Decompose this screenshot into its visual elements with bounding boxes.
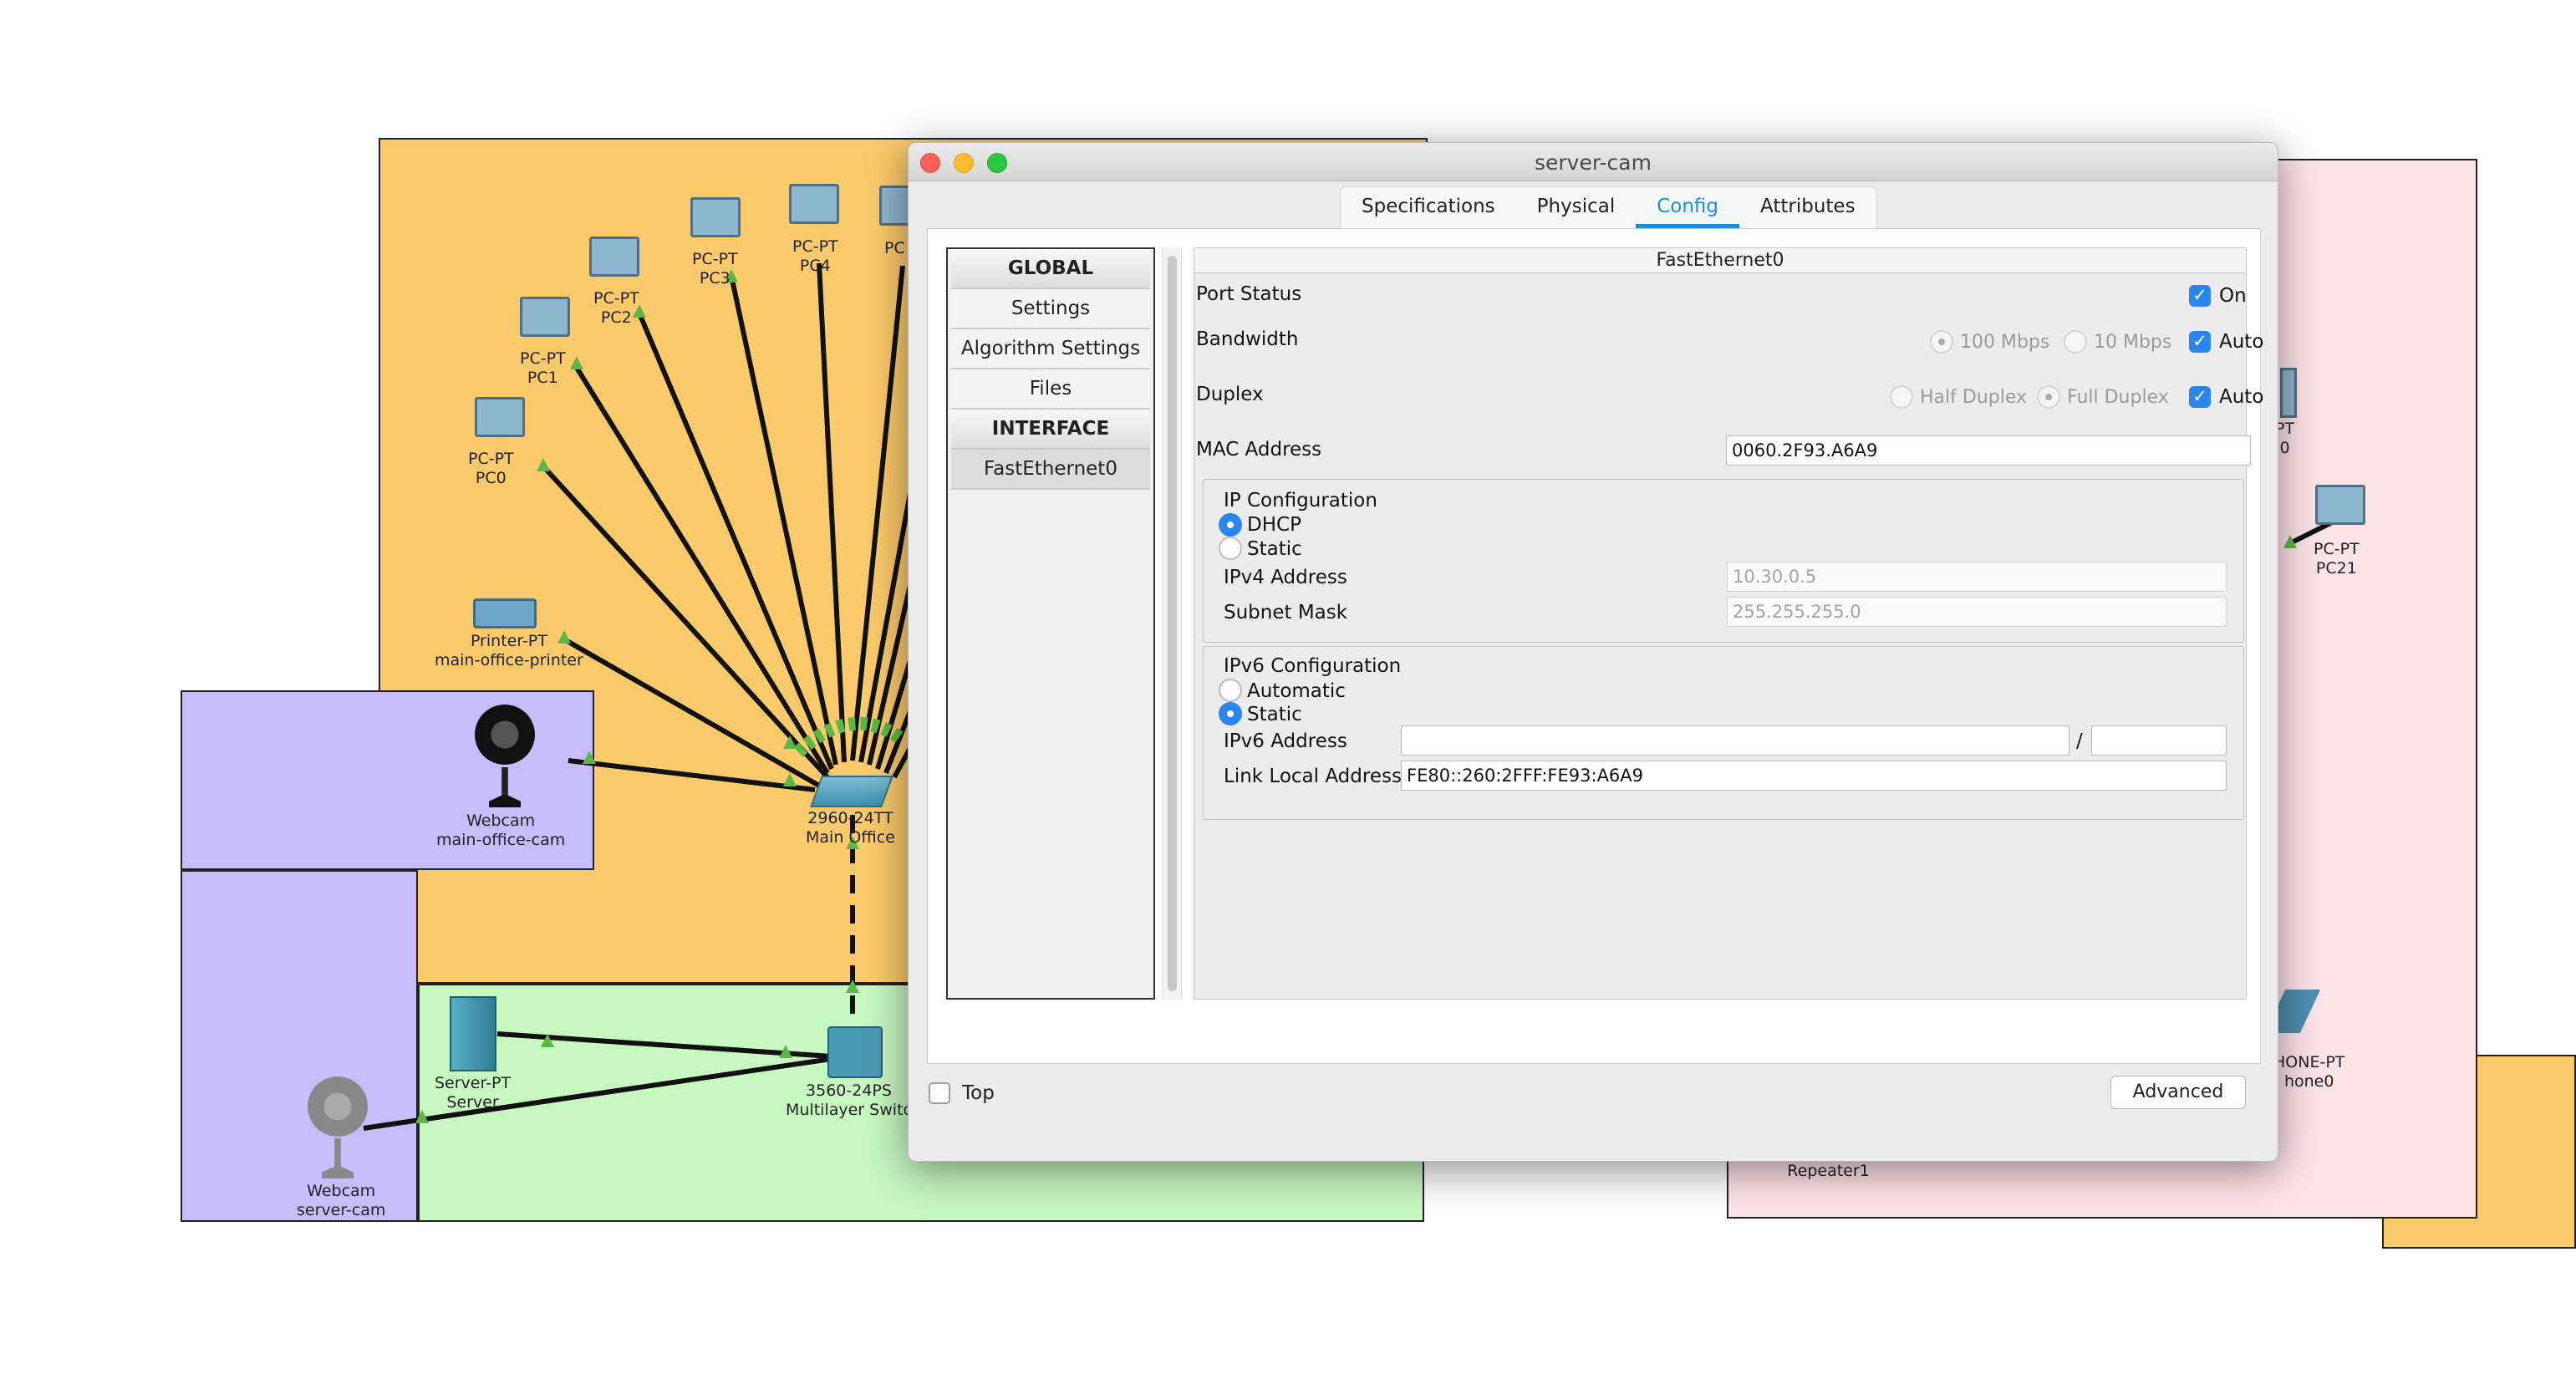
advanced-button[interactable]: Advanced xyxy=(2110,1076,2246,1109)
pc-icon[interactable] xyxy=(475,397,525,437)
multilayer-switch-icon[interactable] xyxy=(827,1026,883,1078)
bandwidth-label: Bandwidth xyxy=(1196,328,1299,350)
ipv4-address-field[interactable]: 10.30.0.5 xyxy=(1727,562,2227,592)
ip-config-title: IP Configuration xyxy=(1224,490,1377,511)
dialog-title: server-cam xyxy=(1535,150,1652,175)
port-status-checkbox[interactable]: ✓ xyxy=(2189,285,2211,307)
device-label-pc1: PC-PT PC1 xyxy=(520,349,566,387)
nav-header-interface[interactable]: INTERFACE xyxy=(951,410,1150,450)
bandwidth-100-radio[interactable] xyxy=(1930,330,1953,354)
nav-item-files[interactable]: Files xyxy=(951,369,1150,410)
nav-item-settings[interactable]: Settings xyxy=(951,289,1150,329)
tab-specifications[interactable]: Specifications xyxy=(1341,187,1516,228)
nav-item-fastethernet0[interactable]: FastEthernet0 xyxy=(951,450,1150,490)
top-label: Top xyxy=(962,1082,995,1104)
mac-address-field[interactable]: 0060.2F93.A6A9 xyxy=(1726,435,2251,466)
duplex-full-radio[interactable] xyxy=(2037,385,2060,409)
device-config-dialog[interactable]: server-cam Specifications Physical Confi… xyxy=(908,142,2278,1162)
device-label-pc2: PC-PT PC2 xyxy=(593,289,639,327)
duplex-full-label: Full Duplex xyxy=(2067,387,2169,408)
nav-header-global[interactable]: GLOBAL xyxy=(951,249,1150,289)
config-panel: GLOBAL Settings Algorithm Settings Files… xyxy=(927,228,2263,1064)
tab-bar: Specifications Physical Config Attribute… xyxy=(1340,186,1877,228)
subnet-mask-field[interactable]: 255.255.255.0 xyxy=(1727,597,2227,627)
device-label-multilayer: 3560-24PS Multilayer Switc xyxy=(786,1081,912,1119)
ipv6-address-field[interactable] xyxy=(1401,725,2069,756)
switch-icon[interactable] xyxy=(810,776,893,807)
webcam-server-cam-icon[interactable] xyxy=(308,1076,368,1137)
bandwidth-10-radio[interactable] xyxy=(2064,330,2087,354)
ipv6-prefix-slash: / xyxy=(2076,730,2083,752)
link-local-label: Link Local Address: xyxy=(1224,766,1408,787)
top-checkbox[interactable] xyxy=(929,1082,950,1104)
ipv6-address-label: IPv6 Address xyxy=(1224,730,1347,752)
ipv6-automatic-label: Automatic xyxy=(1247,680,1346,702)
device-label-pc5: PC xyxy=(884,239,905,257)
top-option[interactable]: Top xyxy=(929,1081,995,1106)
pc-icon[interactable] xyxy=(2315,485,2365,525)
bandwidth-auto-checkbox[interactable]: ✓ xyxy=(2189,331,2211,353)
pc-icon[interactable] xyxy=(690,197,741,237)
ipv6-config-title: IPv6 Configuration xyxy=(1224,655,1402,677)
device-label-pc4: PC-PT PC4 xyxy=(792,237,838,275)
device-label-main-switch: 2960-24TT Main Office xyxy=(806,809,895,847)
ipv4-address-label: IPv4 Address xyxy=(1224,567,1347,588)
device-label-pc0: PC-PT PC0 xyxy=(468,450,514,487)
nav-item-algorithm-settings[interactable]: Algorithm Settings xyxy=(951,329,1150,369)
device-label-server-cam: Webcam server-cam xyxy=(297,1182,386,1219)
duplex-label: Duplex xyxy=(1196,384,1264,405)
port-status-label: Port Status xyxy=(1196,283,1302,305)
scrollbar-thumb[interactable] xyxy=(1168,256,1177,991)
subnet-mask-label: Subnet Mask xyxy=(1224,602,1348,623)
pc-icon[interactable] xyxy=(520,297,570,337)
bandwidth-10-label: 10 Mbps xyxy=(2094,332,2172,353)
device-label-server: Server-PT Server xyxy=(435,1074,512,1112)
tab-attributes[interactable]: Attributes xyxy=(1739,187,1876,228)
pc-icon[interactable] xyxy=(589,237,639,277)
device-label-pc3: PC-PT PC3 xyxy=(692,250,738,288)
device-label-main-office-cam: Webcam main-office-cam xyxy=(436,812,566,849)
static-ipv4-label: Static xyxy=(1247,538,1302,560)
device-label-pc21: PC-PT PC21 xyxy=(2314,540,2360,578)
interface-config: FastEthernet0 Port Status ✓ On Bandwidth… xyxy=(1194,247,2263,1000)
device-label-printer: Printer-PT main-office-printer xyxy=(435,632,583,669)
interface-header: FastEthernet0 xyxy=(1194,248,2246,273)
pc-icon[interactable] xyxy=(2280,368,2297,418)
static-ipv4-radio[interactable] xyxy=(1219,537,1242,560)
ip-config-group: IP Configuration DHCP Static IPv4 Addres… xyxy=(1203,479,2244,643)
bandwidth-auto-label: Auto xyxy=(2219,331,2264,353)
duplex-half-label: Half Duplex xyxy=(1920,387,2028,408)
tab-config[interactable]: Config xyxy=(1636,187,1740,228)
ipv6-static-radio[interactable] xyxy=(1219,702,1242,725)
dhcp-label: DHCP xyxy=(1247,514,1301,536)
nav-scrollbar[interactable] xyxy=(1162,247,1182,1000)
tab-physical[interactable]: Physical xyxy=(1516,187,1637,228)
duplex-auto-checkbox[interactable]: ✓ xyxy=(2189,386,2211,408)
link-local-field[interactable]: FE80::260:2FFF:FE93:A6A9 xyxy=(1401,761,2227,791)
printer-icon[interactable] xyxy=(473,598,537,628)
port-status-on-label: On xyxy=(2219,285,2247,307)
ipv6-automatic-radio[interactable] xyxy=(1219,679,1242,702)
duplex-auto-label: Auto xyxy=(2219,386,2264,408)
server-icon[interactable] xyxy=(450,996,496,1071)
pc-icon[interactable] xyxy=(789,184,839,224)
dhcp-radio[interactable] xyxy=(1219,513,1242,537)
ipv6-config-group: IPv6 Configuration Automatic Static IPv6… xyxy=(1203,646,2244,820)
dialog-titlebar[interactable]: server-cam xyxy=(909,143,2278,181)
webcam-icon[interactable] xyxy=(475,705,535,765)
device-label-phone: HONE-PT hone0 xyxy=(2273,1053,2345,1091)
ipv6-prefix-field[interactable] xyxy=(2091,725,2227,756)
ipv6-static-label: Static xyxy=(1247,704,1302,725)
duplex-half-radio[interactable] xyxy=(1890,385,1913,409)
bandwidth-100-label: 100 Mbps xyxy=(1960,332,2050,353)
config-nav-list: GLOBAL Settings Algorithm Settings Files… xyxy=(946,247,1155,1000)
mac-address-label: MAC Address xyxy=(1196,439,1322,461)
